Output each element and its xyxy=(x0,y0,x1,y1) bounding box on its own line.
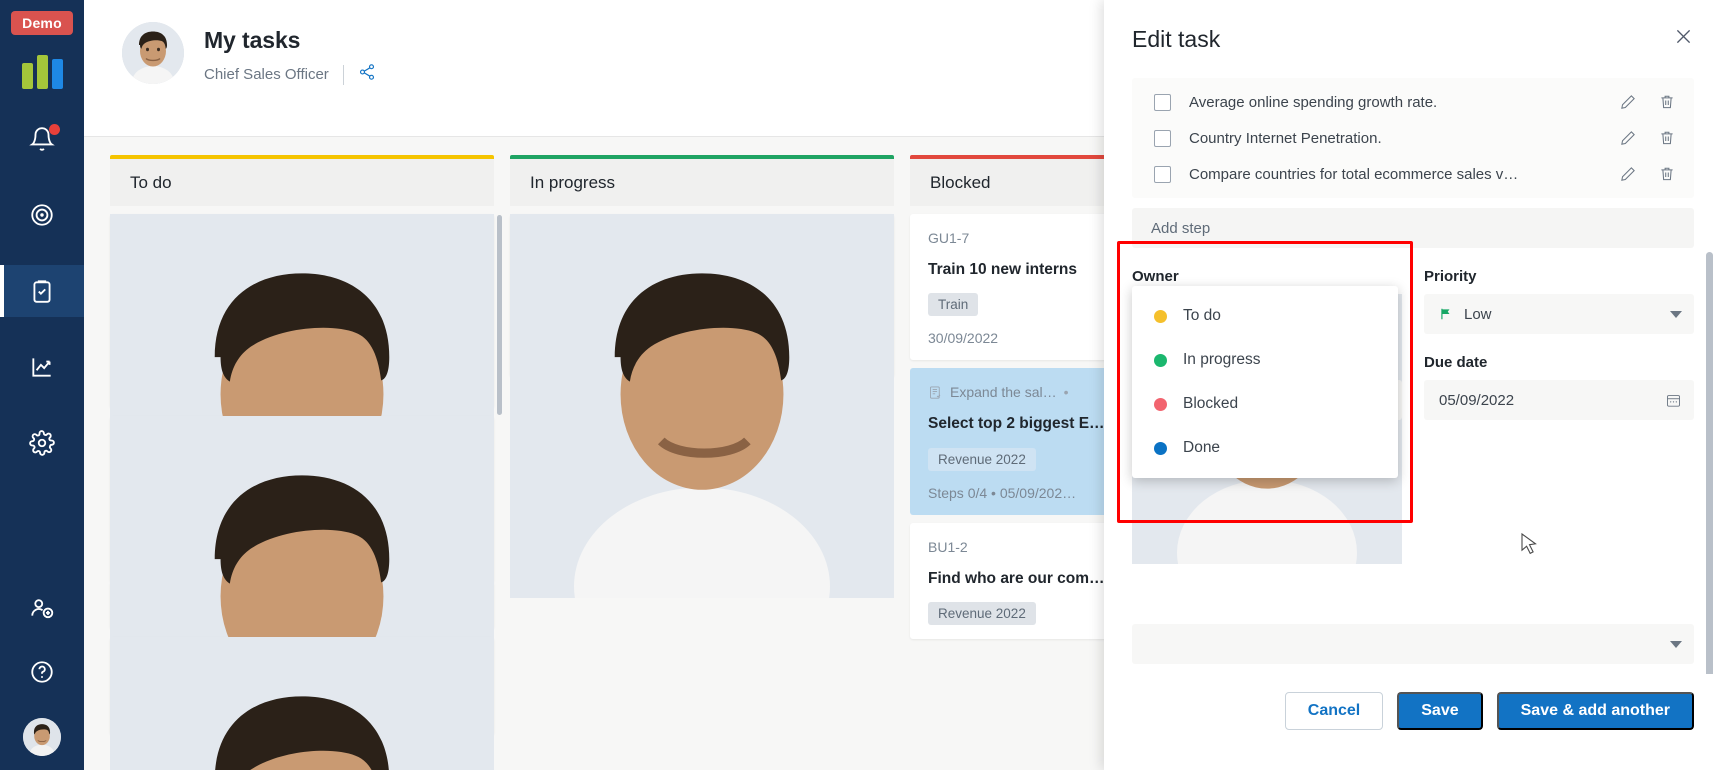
status-option[interactable]: Done xyxy=(1132,426,1398,470)
column-title: In progress xyxy=(510,159,894,206)
trash-icon[interactable] xyxy=(1658,93,1676,111)
page-title: My tasks xyxy=(204,27,301,53)
task-meta: 30/09/2022 xyxy=(928,330,999,347)
panel-footer: Cancel Save Save & add another xyxy=(1104,674,1724,770)
column-scrollbar[interactable] xyxy=(497,215,502,415)
chevron-down-icon[interactable] xyxy=(1670,310,1682,318)
sidebar-item-goals[interactable] xyxy=(0,189,84,241)
avatar[interactable] xyxy=(23,718,61,756)
assignee-avatar[interactable] xyxy=(110,214,494,598)
panel-scrollbar[interactable] xyxy=(1706,252,1713,674)
steps-list: Average online spending growth rate. Cou… xyxy=(1132,78,1694,198)
mouse-cursor xyxy=(1521,532,1538,561)
step-checkbox[interactable] xyxy=(1154,93,1171,111)
due-date-label: Due date xyxy=(1424,354,1488,371)
task-meta: Steps 0/4 • 05/09/202… xyxy=(928,484,1077,501)
task-chip: Revenue 2022 xyxy=(928,447,1036,471)
step-item[interactable]: Country Internet Penetration. xyxy=(1132,120,1694,156)
step-checkbox[interactable] xyxy=(1154,165,1171,183)
status-option[interactable]: In progress xyxy=(1132,338,1398,382)
share-icon[interactable] xyxy=(358,63,376,86)
pencil-icon[interactable] xyxy=(1619,129,1637,147)
cancel-button[interactable]: Cancel xyxy=(1284,692,1384,730)
priority-flag-icon xyxy=(1439,307,1453,321)
board-column-inprogress: In progress Data leakage d… • BU1-17 xyxy=(510,155,894,770)
priority-select[interactable]: Low xyxy=(1424,294,1694,334)
sidebar-item-invite[interactable] xyxy=(0,586,84,630)
status-option-label: Done xyxy=(1183,439,1221,456)
owner-label: Owner xyxy=(1132,268,1179,285)
status-dot xyxy=(1154,441,1167,455)
panel-body: Average online spending growth rate. Cou… xyxy=(1104,78,1724,674)
task-card[interactable]: GU1-9 Contact new and existing customers… xyxy=(110,214,494,598)
panel-title: Edit task xyxy=(1132,25,1221,52)
assignee-avatar[interactable] xyxy=(510,214,894,598)
user-role: Chief Sales Officer xyxy=(204,66,329,83)
trash-icon[interactable] xyxy=(1658,129,1676,147)
pencil-icon[interactable] xyxy=(1619,93,1637,111)
user-avatar[interactable] xyxy=(122,22,184,84)
sidebar-item-tasks[interactable] xyxy=(0,265,84,317)
status-dot xyxy=(1154,309,1167,323)
calendar-icon[interactable] xyxy=(1665,392,1682,409)
close-icon[interactable] xyxy=(1673,26,1694,52)
task-card[interactable]: Data leakage d… • BU1-17 Test with Sales… xyxy=(510,214,894,598)
sidebar-item-help[interactable] xyxy=(0,650,84,694)
extra-select[interactable] xyxy=(1132,624,1694,664)
priority-label: Priority xyxy=(1424,268,1477,285)
divider xyxy=(342,64,344,85)
step-checkbox[interactable] xyxy=(1154,129,1171,147)
status-option[interactable]: Blocked xyxy=(1132,382,1398,426)
task-key: GU1-7 xyxy=(928,230,970,246)
task-chip: Revenue 2022 xyxy=(928,602,1036,626)
priority-field: Priority Low xyxy=(1424,268,1694,334)
task-chip: Train xyxy=(928,293,979,317)
doc-check-icon xyxy=(928,385,943,400)
app-root: Demo My tasks Chief Sales Officer To do … xyxy=(0,0,1724,770)
step-label: Country Internet Penetration. xyxy=(1189,129,1382,147)
trash-icon[interactable] xyxy=(1658,165,1676,183)
edit-task-panel: Edit task Average online spending growth… xyxy=(1104,0,1724,770)
notification-badge xyxy=(49,124,60,135)
due-date-input[interactable]: 05/09/2022 xyxy=(1424,380,1694,420)
due-date-value: 05/09/2022 xyxy=(1439,391,1515,409)
status-dot xyxy=(1154,397,1167,411)
left-nav: Demo xyxy=(0,0,84,770)
status-dot xyxy=(1154,353,1167,367)
step-item[interactable]: Average online spending growth rate. xyxy=(1132,84,1694,120)
sidebar-item-settings[interactable] xyxy=(0,417,84,469)
sidebar-item-analytics[interactable] xyxy=(0,341,84,393)
due-date-field: Due date 05/09/2022 xyxy=(1424,354,1694,420)
task-key: BU1-2 xyxy=(928,538,968,555)
status-option-label: Blocked xyxy=(1183,395,1239,412)
chevron-down-icon[interactable] xyxy=(1670,640,1682,648)
column-title: To do xyxy=(110,159,494,206)
step-label: Compare countries for total ecommerce sa… xyxy=(1189,165,1519,183)
task-card[interactable]: GU1-2 Update the questionnaire 17/08/202… xyxy=(110,415,494,770)
save-button[interactable]: Save xyxy=(1397,692,1483,730)
task-card[interactable]: GU1-3 Segregate obligatory and optional xyxy=(110,637,494,770)
status-option-label: To do xyxy=(1183,307,1221,324)
status-option-label: In progress xyxy=(1183,351,1261,368)
save-add-another-button[interactable]: Save & add another xyxy=(1496,692,1694,730)
app-logo-icon[interactable] xyxy=(21,55,63,89)
assignee-avatar[interactable] xyxy=(110,637,494,770)
step-item[interactable]: Compare countries for total ecommerce sa… xyxy=(1132,156,1694,192)
pencil-icon[interactable] xyxy=(1619,165,1637,183)
task-parent: Expand the sal… xyxy=(950,384,1057,401)
demo-badge: Demo xyxy=(11,11,73,35)
board-column-todo: To do GU1-9 Contact new and existing cus… xyxy=(110,155,502,770)
status-dropdown-menu[interactable]: To do In progress Blocked Done xyxy=(1132,286,1398,478)
sidebar-item-notifications[interactable] xyxy=(0,113,84,165)
status-option[interactable]: To do xyxy=(1132,294,1398,338)
priority-value: Low xyxy=(1464,305,1492,323)
step-label: Average online spending growth rate. xyxy=(1189,93,1438,111)
add-step-input[interactable]: Add step xyxy=(1132,208,1694,248)
separator: • xyxy=(1063,384,1069,401)
assignee-avatar[interactable] xyxy=(110,415,494,770)
panel-header: Edit task xyxy=(1104,0,1724,78)
